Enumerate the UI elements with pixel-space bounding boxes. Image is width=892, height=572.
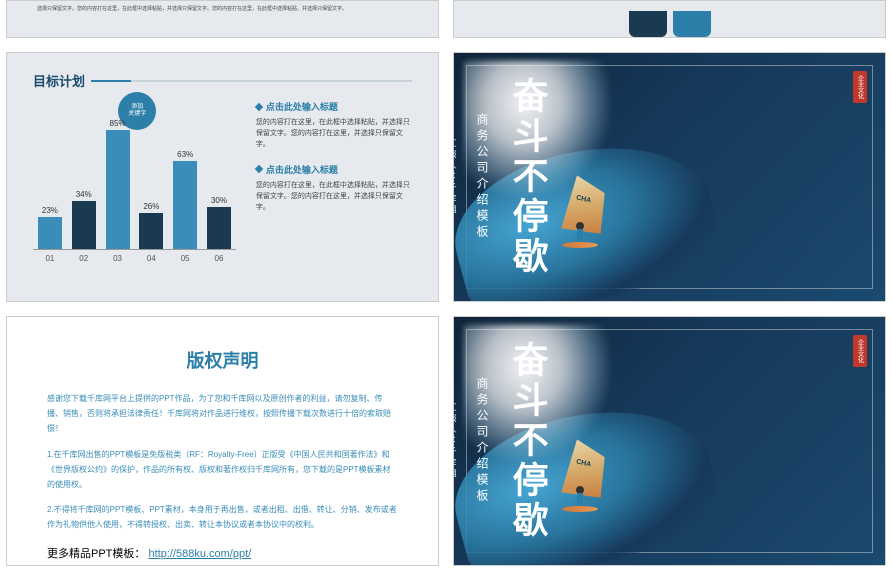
slide-fragment-top-left: 选择只保留文字。您的内容打在这里，在此框中选择粘贴，并选择只保留文字。您的内容打… [6, 0, 439, 38]
bar: 34% [69, 190, 99, 249]
slide-copyright: 版权声明 感谢您下载千库网平台上提供的PPT作品，为了您和千库网以及原创作者的利… [6, 316, 439, 566]
x-tick: 06 [204, 254, 234, 263]
bar: 26% [136, 202, 166, 249]
copyright-p2: 1.在千库网出售的PPT模板是免版税类（RF：Royalty-Free）正版受《… [47, 447, 398, 493]
copyright-title: 版权声明 [47, 347, 398, 373]
bar-rect [139, 213, 163, 249]
bar-rect [207, 207, 231, 249]
copyright-body: 感谢您下载千库网平台上提供的PPT作品，为了您和千库网以及原创作者的利益，请勿复… [47, 391, 398, 533]
bar-rect [72, 201, 96, 249]
slide-fragment-top-right [453, 0, 886, 38]
chart-heading-2: 点击此处输入标题 [256, 163, 412, 176]
x-tick: 03 [103, 254, 133, 263]
bar-rect [106, 130, 130, 249]
x-tick: 01 [35, 254, 65, 263]
chart-body-2: 您的内容打在这里，在此框中选择粘贴，并选择只保留文字。您的内容打在这里，并选择只… [256, 180, 412, 214]
slide-cover-2: 企业文化 CHA 汇报人：千库网 商务公司介绍模板 奋斗不停歇 [453, 316, 886, 566]
slide-cover-1: 企业文化 CHA 汇报人：千库网 商务公司介绍模板 奋斗不停歇 [453, 52, 886, 302]
x-tick: 05 [170, 254, 200, 263]
bar-value-label: 26% [143, 202, 159, 211]
cover-subtitle: 商务公司介绍模板 [474, 113, 491, 241]
bar: 85% [103, 119, 133, 249]
bar-rect [173, 161, 197, 249]
bar-value-label: 85% [110, 119, 126, 128]
bar: 63% [170, 150, 200, 249]
title-underline [91, 80, 412, 82]
x-tick: 02 [69, 254, 99, 263]
copyright-p1: 感谢您下载千库网平台上提供的PPT作品，为了您和千库网以及原创作者的利益，请勿复… [47, 391, 398, 437]
x-tick: 04 [136, 254, 166, 263]
bar: 30% [204, 196, 234, 249]
bar-value-label: 63% [177, 150, 193, 159]
bar-value-label: 23% [42, 206, 58, 215]
bar-value-label: 30% [211, 196, 227, 205]
chart-heading-1: 点击此处输入标题 [256, 100, 412, 113]
cover-subtitle: 商务公司介绍模板 [474, 377, 491, 505]
bar-rect [38, 217, 62, 249]
tab-shape-blue [673, 11, 711, 37]
chart-body-1: 您的内容打在这里，在此框中选择粘贴，并选择只保留文字。您的内容打在这里，并选择只… [256, 117, 412, 151]
tab-shape-dark [629, 11, 667, 37]
cover-author: 汇报人：千库网 [453, 403, 458, 480]
bar-value-label: 34% [76, 190, 92, 199]
copyright-p3: 2.不得将千库网的PPT模板、PPT素材，本身用于再出售，或者出租、出借、转让、… [47, 502, 398, 532]
cover-author: 汇报人：千库网 [453, 139, 458, 216]
cover-title: 奋斗不停歇 [507, 77, 547, 277]
cover-title: 奋斗不停歇 [507, 341, 547, 541]
bar: 23% [35, 206, 65, 249]
more-templates: 更多精品PPT模板： http://588ku.com/ppt/ [47, 545, 398, 561]
chart-description: 点击此处输入标题 您的内容打在这里，在此框中选择粘贴，并选择只保留文字。您的内容… [256, 100, 412, 280]
more-link[interactable]: http://588ku.com/ppt/ [148, 548, 251, 560]
fragment-text: 选择只保留文字。您的内容打在这里，在此框中选择粘贴，并选择只保留文字。您的内容打… [7, 1, 438, 17]
bar-chart: 添加 关键字 23%34%85%26%63%30% 010203040506 [33, 100, 236, 280]
slide-chart: 目标计划 添加 关键字 23%34%85%26%63%30% 010203040… [6, 52, 439, 302]
chart-title: 目标计划 [33, 71, 85, 90]
